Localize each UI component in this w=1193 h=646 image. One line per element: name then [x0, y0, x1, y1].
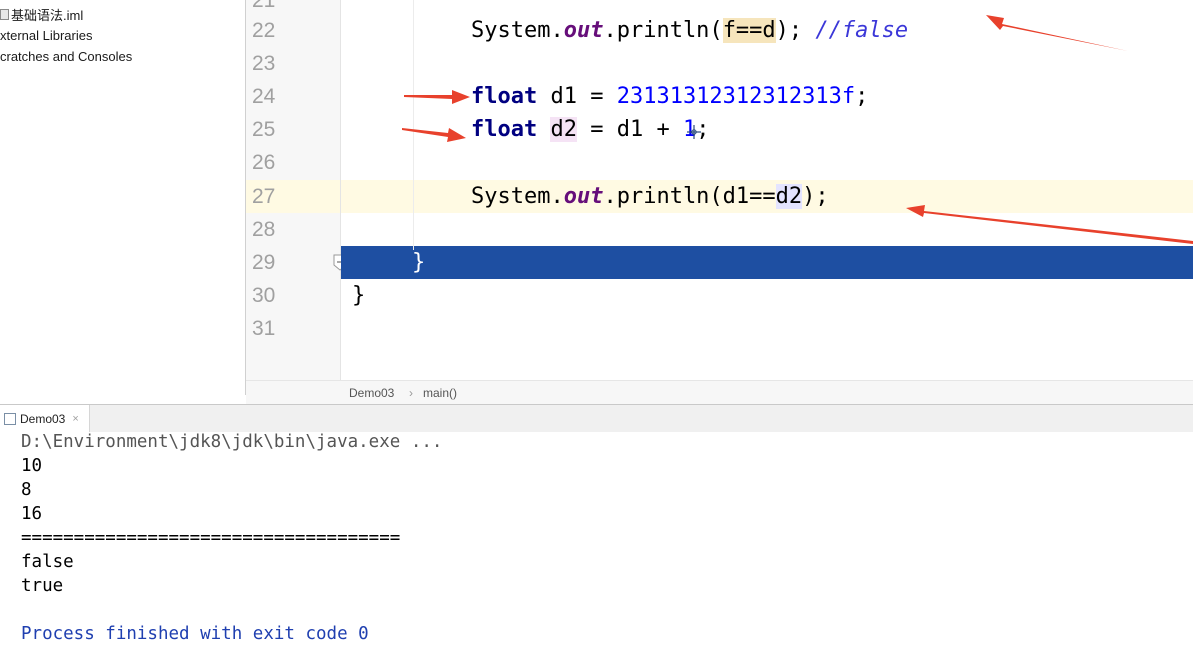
code-line-30[interactable]: }: [352, 279, 365, 312]
code-number: 23131312312312313f: [616, 84, 856, 109]
code-token: }: [352, 283, 366, 308]
code-line-27[interactable]: System.out.println(d1==d2);: [471, 180, 829, 213]
code-token: d1 =: [537, 84, 617, 109]
run-tab-label: Demo03: [20, 411, 66, 426]
selected-line-highlight: [341, 246, 1193, 279]
code-token: System.: [471, 184, 564, 209]
line-number: 22: [252, 19, 276, 42]
breadcrumb-method[interactable]: main(): [423, 386, 457, 400]
code-editor[interactable]: System.out.println(f==d); //false float …: [341, 0, 1193, 380]
code-token-highlighted: f==d: [722, 18, 776, 43]
console-line: 16: [21, 504, 43, 524]
run-config-icon: [4, 412, 16, 425]
line-number: 27: [252, 185, 276, 208]
file-icon: [0, 8, 9, 20]
tree-item-label: cratches and Consoles: [0, 48, 133, 64]
code-line-29[interactable]: }: [412, 246, 425, 279]
code-token: );: [802, 184, 829, 209]
run-tab-demo03[interactable]: Demo03 ×: [0, 405, 90, 432]
breadcrumb-separator: ›: [409, 386, 413, 400]
code-token: System.: [471, 18, 564, 43]
tree-item-label: xternal Libraries: [0, 27, 93, 43]
code-token-static-field: out: [563, 18, 604, 43]
code-token: );: [775, 18, 816, 43]
code-token: = d1 +: [576, 117, 683, 142]
tree-item-external-libraries[interactable]: xternal Libraries: [0, 25, 93, 45]
editor-gutter[interactable]: 21 22 23 24 25 26 27 28 29 30 31: [246, 0, 371, 380]
code-line-24[interactable]: float d1 = 23131312312312313f;: [471, 80, 868, 113]
console-line: 8: [21, 480, 32, 500]
code-token-static-field: out: [563, 184, 604, 209]
code-token: ;: [855, 84, 869, 109]
line-number: 25: [252, 118, 276, 141]
code-line-22[interactable]: System.out.println(f==d); //false: [471, 14, 908, 47]
line-number: 28: [252, 218, 276, 241]
breadcrumb: Demo03 › main(): [246, 380, 1193, 405]
project-tool-window: 基础语法.iml xternal Libraries cratches and …: [0, 0, 246, 395]
console-line: true: [21, 576, 64, 596]
tree-item-scratches-and-consoles[interactable]: cratches and Consoles: [0, 46, 132, 66]
mouse-cursor-icon: [687, 125, 701, 139]
console-line: D:\Environment\jdk8\jdk\bin\java.exe ...: [21, 432, 443, 452]
run-tab-bar: Demo03 ×: [0, 404, 1193, 433]
run-console-output[interactable]: D:\Environment\jdk8\jdk\bin\java.exe ...…: [0, 432, 1193, 645]
line-number: 29: [252, 251, 276, 274]
indent-guide: [413, 0, 414, 250]
console-line: ====================================: [21, 528, 401, 548]
code-comment: //false: [815, 18, 909, 43]
line-number: 30: [252, 284, 276, 307]
code-token: .println(: [603, 18, 723, 43]
tree-item-iml-file[interactable]: 基础语法.iml: [0, 4, 83, 24]
breadcrumb-class[interactable]: Demo03: [349, 386, 394, 400]
console-line: Process finished with exit code 0: [21, 624, 369, 644]
line-number: 31: [252, 317, 276, 340]
code-keyword: float: [471, 117, 538, 142]
line-number: 24: [252, 85, 276, 108]
line-number: 23: [252, 52, 276, 75]
line-number: 26: [252, 151, 276, 174]
close-icon[interactable]: ×: [72, 413, 78, 425]
console-line: 10: [21, 456, 43, 476]
code-token-highlighted: d2: [550, 117, 577, 142]
code-keyword: float: [471, 84, 538, 109]
console-line: false: [21, 552, 74, 572]
code-token-highlighted: d2: [775, 184, 803, 209]
code-token: .println(d1==: [603, 184, 776, 209]
code-token: }: [412, 250, 426, 275]
code-line-25[interactable]: float d2 = d1 + 1;: [471, 113, 709, 146]
tree-item-label: 基础语法.iml: [11, 7, 84, 23]
